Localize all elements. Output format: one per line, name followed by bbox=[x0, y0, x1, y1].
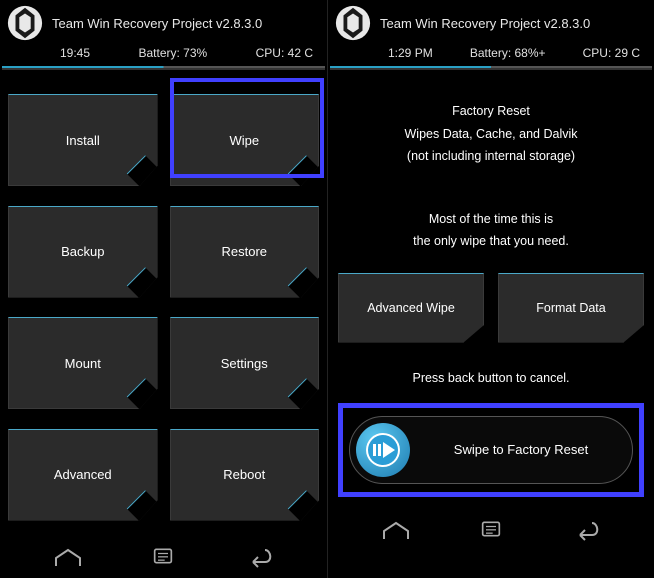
swipe-highlight: Swipe to Factory Reset bbox=[338, 403, 644, 497]
header: Team Win Recovery Project v2.8.3.0 bbox=[328, 0, 654, 44]
info-line: (not including internal storage) bbox=[338, 145, 644, 168]
format-data-button[interactable]: Format Data bbox=[498, 273, 644, 343]
cancel-hint: Press back button to cancel. bbox=[328, 371, 654, 385]
swipe-knob-icon[interactable] bbox=[356, 423, 410, 477]
swipe-label: Swipe to Factory Reset bbox=[410, 442, 632, 457]
status-bar: 19:45 Battery: 73% CPU: 42 C bbox=[0, 44, 327, 66]
app-title: Team Win Recovery Project v2.8.3.0 bbox=[380, 16, 590, 31]
divider bbox=[330, 68, 652, 70]
swipe-to-factory-reset[interactable]: Swipe to Factory Reset bbox=[349, 416, 633, 484]
restore-button[interactable]: Restore bbox=[170, 206, 320, 298]
mount-button[interactable]: Mount bbox=[8, 317, 158, 409]
header: Team Win Recovery Project v2.8.3.0 bbox=[0, 0, 327, 44]
wipe-screen: Team Win Recovery Project v2.8.3.0 1:29 … bbox=[327, 0, 654, 578]
time-label: 19:45 bbox=[60, 46, 90, 60]
info-line: Most of the time this is bbox=[338, 208, 644, 231]
log-icon[interactable] bbox=[145, 544, 181, 568]
info-line: the only wipe that you need. bbox=[338, 230, 644, 253]
back-icon[interactable] bbox=[568, 517, 604, 541]
settings-button[interactable]: Settings bbox=[170, 317, 320, 409]
battery-label: Battery: 73% bbox=[138, 46, 207, 60]
wipe-button[interactable]: Wipe bbox=[170, 94, 320, 186]
time-label: 1:29 PM bbox=[388, 46, 433, 60]
battery-label: Battery: 68%+ bbox=[470, 46, 546, 60]
reboot-button[interactable]: Reboot bbox=[170, 429, 320, 521]
twrp-logo-icon bbox=[334, 4, 372, 42]
log-icon[interactable] bbox=[473, 517, 509, 541]
main-menu-screen: Team Win Recovery Project v2.8.3.0 19:45… bbox=[0, 0, 327, 578]
advanced-button[interactable]: Advanced bbox=[8, 429, 158, 521]
nav-bar bbox=[328, 507, 654, 551]
back-icon[interactable] bbox=[241, 544, 277, 568]
divider bbox=[2, 68, 325, 70]
home-icon[interactable] bbox=[50, 544, 86, 568]
status-bar: 1:29 PM Battery: 68%+ CPU: 29 C bbox=[328, 44, 654, 66]
info-line: Wipes Data, Cache, and Dalvik bbox=[338, 123, 644, 146]
cpu-label: CPU: 42 C bbox=[256, 46, 313, 60]
backup-button[interactable]: Backup bbox=[8, 206, 158, 298]
nav-bar bbox=[0, 534, 327, 578]
action-row: Advanced Wipe Format Data bbox=[328, 273, 654, 343]
info-line: Factory Reset bbox=[338, 100, 644, 123]
advanced-wipe-button[interactable]: Advanced Wipe bbox=[338, 273, 484, 343]
cpu-label: CPU: 29 C bbox=[583, 46, 640, 60]
twrp-logo-icon bbox=[6, 4, 44, 42]
app-title: Team Win Recovery Project v2.8.3.0 bbox=[52, 16, 262, 31]
install-button[interactable]: Install bbox=[8, 94, 158, 186]
main-menu-grid: Install Wipe Backup Restore Mount Settin… bbox=[0, 74, 327, 534]
wipe-info: Factory Reset Wipes Data, Cache, and Dal… bbox=[328, 74, 654, 263]
home-icon[interactable] bbox=[378, 517, 414, 541]
